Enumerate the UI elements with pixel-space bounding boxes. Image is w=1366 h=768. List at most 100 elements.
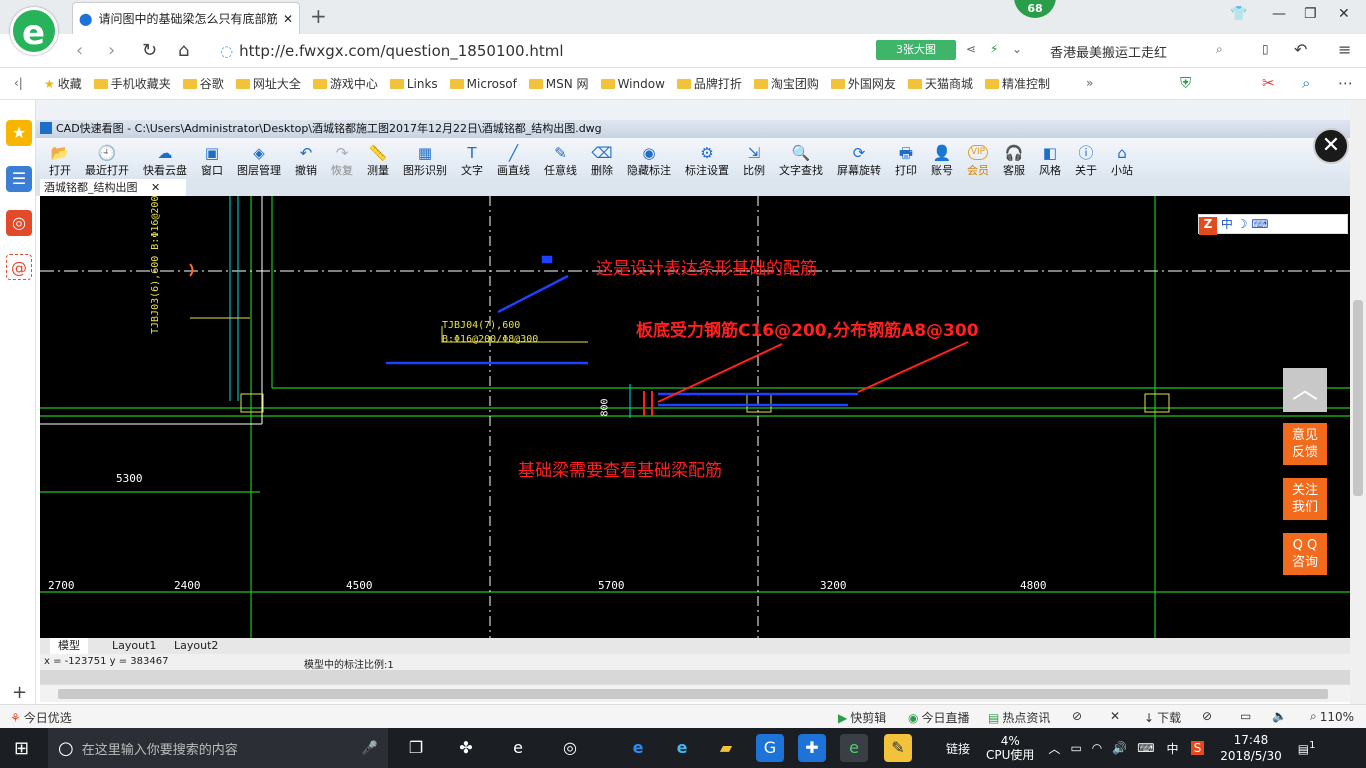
speaker-icon[interactable]: 🔊 (1112, 741, 1127, 755)
moon-icon[interactable]: ☽ (1237, 217, 1248, 231)
sogou-icon[interactable]: S (1190, 741, 1205, 755)
toolbar-annotation-settings-button[interactable]: ⚙ 标注设置 (678, 140, 736, 178)
bookmark-item[interactable]: 网址大全 (235, 75, 301, 92)
chevron-down-icon[interactable]: ⌄ (1012, 42, 1022, 56)
toolbar-eye-hide-button[interactable]: ◉ 隐藏标注 (620, 140, 678, 178)
google-browser-icon[interactable]: G (756, 734, 784, 762)
toolbar-pen-button[interactable]: ✎ 任意线 (537, 140, 584, 178)
edge-icon[interactable]: e (624, 734, 652, 762)
link-label[interactable]: 链接 (946, 740, 970, 757)
horizontal-scroll-thumb[interactable] (58, 689, 1328, 699)
toolbar-eraser-button[interactable]: ⌫ 删除 (584, 140, 620, 178)
today-picks[interactable]: ⚘ 今日优选 (10, 709, 72, 726)
notes-app-icon[interactable]: ✎ (884, 734, 912, 762)
layout-tab-layout2[interactable]: Layout2 (166, 638, 226, 654)
layout-tab-model[interactable]: 模型 (50, 638, 88, 654)
bookmark-item[interactable]: 外国网友 (830, 75, 896, 92)
star-icon[interactable]: ★ (6, 120, 32, 146)
toolbar-station-button[interactable]: ⌂ 小站 (1104, 140, 1140, 178)
toolbar-info-button[interactable]: ⓘ 关于 (1068, 140, 1104, 178)
forward-icon[interactable]: › (108, 40, 115, 61)
tray-ime[interactable]: 中 (1167, 740, 1179, 757)
ime-toolbar[interactable]: Z 中 ☽ ⌨ (1198, 214, 1348, 235)
toolbar-line-button[interactable]: ╱ 画直线 (490, 140, 537, 178)
battery-icon[interactable]: ▭ (1070, 741, 1081, 755)
tools-icon[interactable]: ✕ (1110, 709, 1120, 723)
browser-e-icon[interactable]: e (504, 734, 532, 762)
browser-tab[interactable]: ⬤ 请问图中的基础梁怎么只有底部筋 ✕ (72, 2, 300, 34)
bookmark-item[interactable]: MSN 网 (528, 75, 589, 92)
more-dots-icon[interactable]: ⋯ (1338, 74, 1353, 92)
toolbar-scale-button[interactable]: ⇲ 比例 (736, 140, 772, 178)
back-icon[interactable]: ‹ (76, 40, 83, 61)
magnifier-icon[interactable]: ⌕ (1302, 74, 1310, 92)
browser-swirl-icon[interactable]: ◎ (556, 734, 584, 762)
minimize-icon[interactable]: — (1272, 6, 1286, 22)
toolbar-window-button[interactable]: ▣ 窗口 (194, 140, 230, 178)
toolbar-redo-button[interactable]: ↷ 恢复 (324, 140, 360, 178)
weibo-icon[interactable]: ◎ (6, 210, 32, 236)
ime-mode[interactable]: 中 (1221, 217, 1233, 231)
keyboard-tray-icon[interactable]: ⌨ (1137, 741, 1154, 755)
bookmark-item[interactable]: 精准控制 (984, 75, 1050, 92)
toolbar-cloud-button[interactable]: ☁ 快看云盘 (136, 140, 194, 178)
download-item[interactable]: ↓ 下载 (1144, 709, 1181, 726)
feedback-button[interactable]: 意见 反馈 (1283, 423, 1327, 465)
bookmark-item[interactable]: 手机收藏夹 (93, 75, 171, 92)
window-icon[interactable]: ▭ (1240, 709, 1251, 723)
qq-consult-button[interactable]: Q Q 咨询 (1283, 533, 1327, 575)
zoom-level[interactable]: ⌕ 110% (1310, 709, 1354, 724)
cross-app-icon[interactable]: ✚ (798, 734, 826, 762)
bookmark-item[interactable]: Links (389, 77, 438, 91)
bookmarks-more-button[interactable]: » (1086, 76, 1093, 90)
toolbar-vip-button[interactable]: VIP 会员 (960, 140, 996, 178)
back-to-top-button[interactable]: ︿ (1283, 368, 1327, 412)
search-suggestion[interactable]: 香港最美搬运工走红 (1050, 42, 1167, 61)
restore-icon[interactable]: ❐ (1304, 6, 1317, 22)
close-viewer-button[interactable]: ✕ (1313, 128, 1349, 164)
toolbar-shape-recognition-button[interactable]: ▦ 图形识别 (396, 140, 454, 178)
toolbar-ruler-button[interactable]: 📏 测量 (360, 140, 396, 178)
toolbar-clock-button[interactable]: 🕘 最近打开 (78, 140, 136, 178)
taskbar-search-placeholder[interactable]: 在这里输入你要搜索的内容 (82, 739, 238, 758)
active-browser-icon[interactable]: e (840, 734, 868, 762)
list-icon[interactable]: ☰ (6, 166, 32, 192)
toolbar-user-button[interactable]: 👤 账号 (924, 140, 960, 178)
notification-center-icon[interactable]: ▤1 (1298, 740, 1316, 756)
clock[interactable]: 17:48 2018/5/30 (1220, 732, 1282, 764)
layout-tab-layout1[interactable]: Layout1 (104, 638, 164, 654)
ie-icon[interactable]: e (668, 734, 696, 762)
toolbar-text-button[interactable]: T 文字 (454, 140, 490, 178)
bookmark-item[interactable]: 天猫商城 (907, 75, 973, 92)
mail-icon[interactable]: @ (6, 254, 32, 280)
taskbar-search[interactable]: ○ 在这里输入你要搜索的内容 🎤 (48, 728, 388, 768)
add-panel-icon[interactable]: + (12, 682, 27, 703)
bookmark-item[interactable]: Window (600, 77, 665, 91)
pinwheel-app-icon[interactable]: ✤ (452, 734, 480, 762)
task-view-icon[interactable]: ❐ (402, 734, 430, 762)
toolbar-style-button[interactable]: ◧ 风格 (1032, 140, 1068, 178)
news-item[interactable]: ▤ 热点资讯 (988, 709, 1050, 726)
home-icon[interactable]: ⌂ (178, 40, 189, 61)
share-icon[interactable]: ⋖ (966, 42, 976, 56)
cpu-indicator[interactable]: 4% CPU使用 (986, 734, 1034, 762)
horizontal-scrollbar[interactable] (40, 684, 1350, 702)
toolbar-rotate-button[interactable]: ⟳ 屏幕旋转 (830, 140, 888, 178)
address-bar[interactable]: ◌ http://e.fwxgx.com/question_1850100.ht… (220, 38, 870, 64)
bookmark-item[interactable]: ★ 收藏 (44, 75, 82, 92)
menu-icon[interactable]: ≡ (1338, 40, 1351, 59)
flash-icon[interactable]: ⚡ (990, 42, 998, 56)
toolbar-layers-button[interactable]: ◈ 图层管理 (230, 140, 288, 178)
bookmark-item[interactable]: 淘宝团购 (753, 75, 819, 92)
close-window-icon[interactable]: ✕ (1338, 6, 1350, 22)
toolbar-text-search-button[interactable]: 🔍 文字查找 (772, 140, 830, 178)
cad-drawing-canvas[interactable]: 这是设计表达条形基础的配筋 板底受力钢筋C16@200,分布钢筋A8@300 基… (40, 196, 1350, 638)
shield-icon[interactable]: ⛨ (1180, 74, 1191, 92)
clean-icon[interactable]: ⊘ (1202, 709, 1212, 723)
file-explorer-icon[interactable]: ▰ (712, 734, 740, 762)
big-picture-button[interactable]: 3张大图 (876, 40, 956, 60)
tab-close-icon[interactable]: ✕ (283, 12, 293, 26)
bookmark-item[interactable]: 品牌打折 (676, 75, 742, 92)
document-tab[interactable]: 酒城铭都_结构出图 ✕ (40, 179, 186, 196)
toolbar-headset-button[interactable]: 🎧 客服 (996, 140, 1032, 178)
